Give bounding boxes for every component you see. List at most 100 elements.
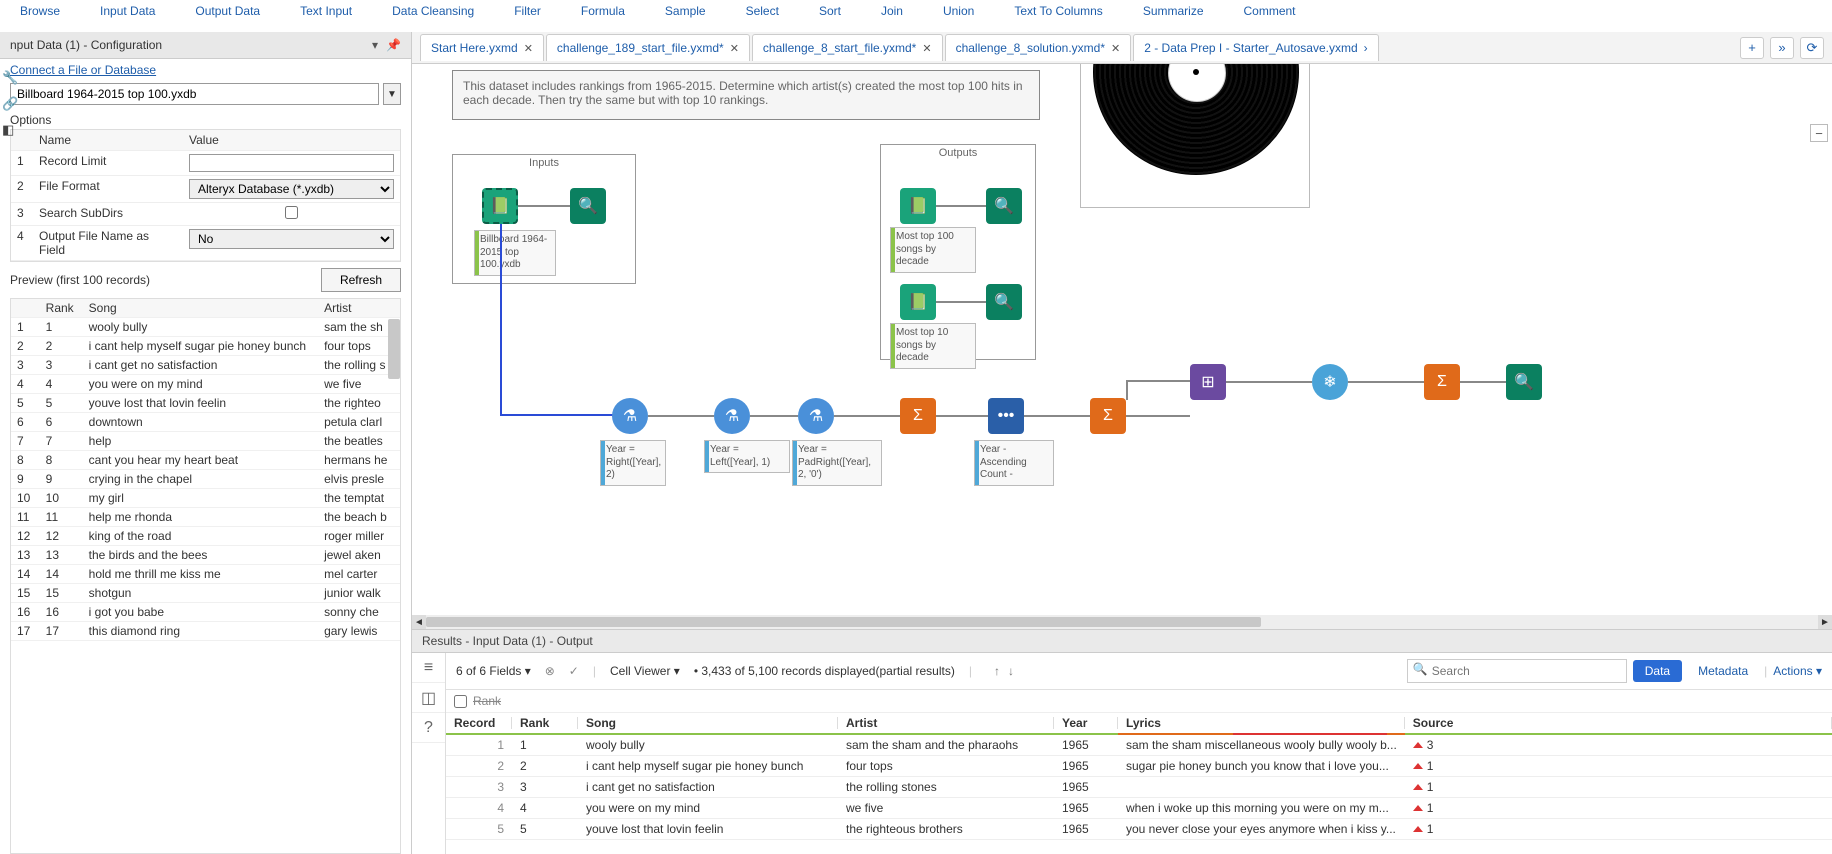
formula-node-1[interactable]: ⚗: [612, 398, 648, 434]
scroll-track[interactable]: [426, 615, 1818, 629]
col-source[interactable]: Source: [1405, 713, 1832, 734]
col-song[interactable]: Song: [83, 299, 318, 318]
tool-data-cleansing[interactable]: Data Cleansing: [392, 4, 474, 18]
layout-icon[interactable]: ◧: [2, 122, 20, 138]
filter-checkbox[interactable]: [454, 695, 467, 708]
chevron-right-icon[interactable]: ›: [1364, 41, 1368, 55]
join-node[interactable]: ⊞: [1190, 364, 1226, 400]
browse-node[interactable]: 🔍: [570, 188, 606, 224]
wrench-icon[interactable]: 🔧: [2, 70, 20, 86]
col-record[interactable]: Record: [446, 713, 512, 734]
tool-text-input[interactable]: Text Input: [300, 4, 352, 18]
search-subdirs-checkbox[interactable]: [285, 206, 298, 219]
table-row[interactable]: 1313the birds and the beesjewel aken: [11, 546, 400, 565]
filter-row[interactable]: Rank: [446, 690, 1832, 713]
close-icon[interactable]: ✕: [524, 42, 533, 55]
tab-data-prep-starter[interactable]: 2 - Data Prep I - Starter_Autosave.yxmd›: [1133, 34, 1378, 61]
scroll-thumb[interactable]: [426, 617, 1261, 627]
records-icon[interactable]: ≡: [412, 653, 445, 683]
results-search-input[interactable]: [1407, 659, 1627, 683]
chevron-down-icon[interactable]: ▾: [372, 38, 378, 52]
table-row[interactable]: 55youve lost that lovin feelinthe righte…: [446, 819, 1832, 840]
table-row[interactable]: 44you were on my mindwe five1965when i w…: [446, 798, 1832, 819]
tool-output-data[interactable]: Output Data: [195, 4, 260, 18]
results-table[interactable]: Record Rank Song Artist Year Lyrics Sour…: [446, 713, 1832, 854]
metadata-tab[interactable]: Metadata: [1688, 660, 1758, 682]
col-rank[interactable]: Rank: [512, 713, 578, 734]
preview-table[interactable]: Rank Song Artist 11wooly bullysam the sh…: [10, 298, 401, 854]
output-fname-select[interactable]: No: [189, 229, 394, 249]
file-dropdown-button[interactable]: ▼: [383, 83, 401, 105]
scroll-left-button[interactable]: ◄: [412, 615, 426, 629]
table-row[interactable]: 1111help me rhondathe beach b: [11, 508, 400, 527]
record-limit-input[interactable]: [189, 154, 394, 172]
table-row[interactable]: 1414hold me thrill me kiss memel carter: [11, 565, 400, 584]
refresh-button[interactable]: Refresh: [321, 268, 401, 292]
table-row[interactable]: 88cant you hear my heart beathermans he: [11, 451, 400, 470]
cell-viewer-label[interactable]: Cell Viewer ▾: [610, 664, 680, 678]
collapse-button[interactable]: −: [1810, 124, 1828, 142]
fields-count[interactable]: 6 of 6 Fields ▾: [456, 664, 531, 678]
tab-start-here[interactable]: Start Here.yxmd✕: [420, 34, 544, 61]
check-icon[interactable]: ✓: [569, 664, 579, 678]
refresh-canvas-button[interactable]: ⟳: [1800, 37, 1824, 59]
table-row[interactable]: 11wooly bullysam the sham and the pharao…: [446, 734, 1832, 756]
table-row[interactable]: 55youve lost that lovin feelinthe righte…: [11, 394, 400, 413]
tab-challenge-8-solution[interactable]: challenge_8_solution.yxmd*✕: [945, 34, 1132, 61]
table-row[interactable]: 1010my girlthe temptat: [11, 489, 400, 508]
input-data-node[interactable]: 📗: [482, 188, 518, 224]
tool-input-data[interactable]: Input Data: [100, 4, 155, 18]
tool-text-to-columns[interactable]: Text To Columns: [1014, 4, 1102, 18]
tool-sort[interactable]: Sort: [819, 4, 841, 18]
file-path-input[interactable]: [10, 83, 379, 105]
summarize-node-2[interactable]: Σ: [1090, 398, 1126, 434]
summarize-node-1[interactable]: Σ: [900, 398, 936, 434]
formula-node-3[interactable]: ⚗: [798, 398, 834, 434]
output-node-2[interactable]: 📗: [900, 284, 936, 320]
table-row[interactable]: 99crying in the chapelelvis presle: [11, 470, 400, 489]
help-icon[interactable]: ?: [412, 713, 445, 743]
table-row[interactable]: 66downtownpetula clarl: [11, 413, 400, 432]
data-tab[interactable]: Data: [1633, 660, 1682, 682]
tab-challenge-8-start[interactable]: challenge_8_start_file.yxmd*✕: [752, 34, 943, 61]
table-row[interactable]: 1515shotgunjunior walk: [11, 584, 400, 603]
comment-box[interactable]: This dataset includes rankings from 1965…: [452, 70, 1040, 120]
more-tabs-button[interactable]: »: [1770, 37, 1794, 59]
table-row[interactable]: 44you were on my mindwe five: [11, 375, 400, 394]
tool-summarize[interactable]: Summarize: [1143, 4, 1204, 18]
canvas-hscrollbar[interactable]: ◄ ►: [412, 615, 1832, 629]
tool-browse[interactable]: Browse: [20, 4, 60, 18]
tool-union[interactable]: Union: [943, 4, 974, 18]
col-year[interactable]: Year: [1054, 713, 1118, 734]
remove-fields-icon[interactable]: ⊗: [545, 664, 555, 678]
tool-join[interactable]: Join: [881, 4, 903, 18]
messages-icon[interactable]: ◫: [412, 683, 445, 713]
browse-end-node[interactable]: 🔍: [1506, 364, 1542, 400]
browse-node-2[interactable]: 🔍: [986, 284, 1022, 320]
arrow-down-icon[interactable]: ↓: [1008, 664, 1014, 678]
table-row[interactable]: 33i cant get no satisfactionthe rolling …: [446, 777, 1832, 798]
actions-menu[interactable]: Actions ▾: [1773, 664, 1822, 678]
tool-formula[interactable]: Formula: [581, 4, 625, 18]
col-index[interactable]: [11, 299, 40, 318]
col-artist[interactable]: Artist: [318, 299, 400, 318]
table-row[interactable]: 11wooly bullysam the sh: [11, 318, 400, 337]
table-row[interactable]: 1212king of the roadroger miller: [11, 527, 400, 546]
file-format-select[interactable]: Alteryx Database (*.yxdb): [189, 179, 394, 199]
table-row[interactable]: 1717this diamond ringgary lewis: [11, 622, 400, 641]
summarize-node-3[interactable]: Σ: [1424, 364, 1460, 400]
close-icon[interactable]: ✕: [922, 42, 931, 55]
table-row[interactable]: 22i cant help myself sugar pie honey bun…: [446, 756, 1832, 777]
pin-icon[interactable]: 📌: [386, 38, 401, 52]
col-artist[interactable]: Artist: [838, 713, 1054, 734]
workflow-canvas[interactable]: − This dataset includes rankings from 19…: [412, 64, 1832, 629]
col-rank[interactable]: Rank: [40, 299, 83, 318]
arrow-up-icon[interactable]: ↑: [994, 664, 1000, 678]
tool-sample[interactable]: Sample: [665, 4, 706, 18]
tool-select[interactable]: Select: [746, 4, 779, 18]
tab-challenge-189[interactable]: challenge_189_start_file.yxmd*✕: [546, 34, 750, 61]
table-row[interactable]: 22i cant help myself sugar pie honey bun…: [11, 337, 400, 356]
table-row[interactable]: 1616i got you babesonny che: [11, 603, 400, 622]
link-icon[interactable]: 🔗: [2, 96, 20, 112]
formula-node-2[interactable]: ⚗: [714, 398, 750, 434]
